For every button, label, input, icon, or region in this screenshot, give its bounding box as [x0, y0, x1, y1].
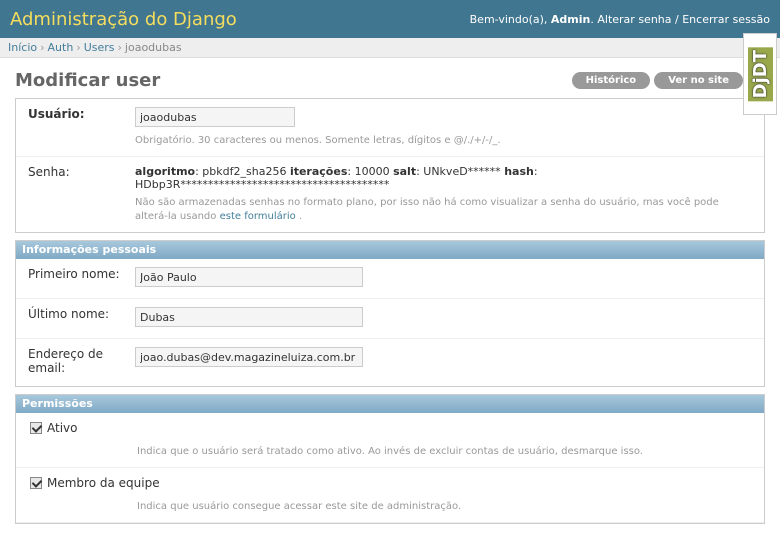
active-row: Ativo Indica que o usuário será tratado …	[16, 413, 764, 468]
staff-label[interactable]: Membro da equipe	[47, 476, 160, 490]
first-name-row: Primeiro nome:	[16, 259, 764, 299]
view-on-site-button[interactable]: Ver no site	[654, 71, 743, 89]
personal-info-heading: Informações pessoais	[16, 241, 764, 259]
staff-row: Membro da equipe Indica que usuário cons…	[16, 468, 764, 523]
username-label: Usuário:	[28, 107, 85, 121]
breadcrumb-current: joaodubas	[124, 41, 182, 54]
breadcrumb-home[interactable]: Início	[8, 41, 37, 54]
change-password-form-link[interactable]: este formulário	[220, 211, 296, 222]
pw-salt-key: salt	[393, 165, 417, 178]
email-field-wrap	[135, 347, 752, 367]
password-help: Não são armazenadas senhas no formato pl…	[135, 196, 752, 224]
first-name-input[interactable]	[135, 267, 363, 287]
username-text: Admin	[550, 12, 591, 26]
last-name-field-wrap	[135, 307, 752, 327]
user-tools-separator: /	[671, 12, 683, 26]
last-name-label: Último nome:	[28, 307, 110, 321]
pw-iterations-key: iterações	[289, 165, 348, 178]
username-input[interactable]	[135, 107, 295, 127]
breadcrumb-separator: ›	[40, 41, 45, 54]
header: Administração do Django Bem-vindo(a), Ad…	[0, 0, 780, 38]
change-password-link[interactable]: Alterar senha	[597, 13, 671, 26]
title-row: Modificar user Histórico Ver no site	[15, 62, 765, 98]
password-summary: algoritmo: pbkdf2_sha256 iterações: 1000…	[135, 165, 752, 191]
staff-checkbox[interactable]	[30, 477, 42, 489]
pw-algorithm-value: : pbkdf2_sha256	[195, 165, 290, 178]
pw-algorithm-key: algoritmo	[135, 165, 196, 178]
username-field-wrap: Obrigatório. 30 caracteres ou menos. Som…	[135, 107, 752, 148]
content: Modificar user Histórico Ver no site Usu…	[0, 62, 780, 524]
pw-hash-key: hash	[504, 165, 534, 178]
site-branding[interactable]: Administração do Django	[10, 9, 237, 30]
breadcrumb-separator: ›	[117, 41, 122, 54]
active-help: Indica que o usuário será tratado como a…	[137, 446, 643, 457]
active-checkbox[interactable]	[30, 422, 42, 434]
user-tools: Bem-vindo(a), Admin. Alterar senha / Enc…	[469, 12, 770, 26]
pw-salt-value: : UNkveD******	[416, 165, 505, 178]
history-button[interactable]: Histórico	[571, 71, 651, 89]
pw-iterations-value: : 10000	[347, 165, 394, 178]
permissions-fieldset: Permissões Ativo Indica que o usuário se…	[15, 394, 765, 524]
email-label: Endereço de email:	[28, 347, 103, 375]
first-name-field-wrap	[135, 267, 752, 287]
first-name-label: Primeiro nome:	[28, 267, 120, 281]
page-title: Modificar user	[15, 69, 161, 91]
breadcrumb-separator: ›	[76, 41, 81, 54]
username-row: Usuário: Obrigatório. 30 caracteres ou m…	[16, 99, 764, 157]
active-label[interactable]: Ativo	[47, 421, 77, 435]
active-line: Ativo	[30, 421, 750, 435]
debug-toolbar-label: DjDT	[747, 46, 773, 102]
breadcrumb-app[interactable]: Auth	[48, 41, 74, 54]
welcome-text: Bem-vindo(a),	[469, 12, 548, 26]
password-row: Senha: algoritmo: pbkdf2_sha256 iteraçõe…	[16, 157, 764, 232]
staff-help: Indica que usuário consegue acessar este…	[137, 501, 462, 512]
breadcrumb-model[interactable]: Users	[84, 41, 115, 54]
password-field-wrap: algoritmo: pbkdf2_sha256 iterações: 1000…	[135, 165, 752, 224]
password-help-end: .	[295, 211, 303, 222]
last-name-input[interactable]	[135, 307, 363, 327]
username-help: Obrigatório. 30 caracteres ou menos. Som…	[135, 135, 501, 146]
object-tools: Histórico Ver no site	[571, 71, 743, 89]
breadcrumb: Início › Auth › Users › joaodubas	[0, 38, 780, 58]
password-label: Senha:	[28, 165, 70, 179]
account-fieldset: Usuário: Obrigatório. 30 caracteres ou m…	[15, 98, 765, 233]
last-name-row: Último nome:	[16, 299, 764, 339]
debug-toolbar-handle[interactable]: DjDT	[743, 33, 777, 115]
logout-link[interactable]: Encerrar sessão	[682, 13, 770, 26]
permissions-heading: Permissões	[16, 395, 764, 413]
personal-info-fieldset: Informações pessoais Primeiro nome: Últi…	[15, 240, 765, 387]
email-row: Endereço de email:	[16, 339, 764, 386]
staff-line: Membro da equipe	[30, 476, 750, 490]
email-input[interactable]	[135, 347, 363, 367]
